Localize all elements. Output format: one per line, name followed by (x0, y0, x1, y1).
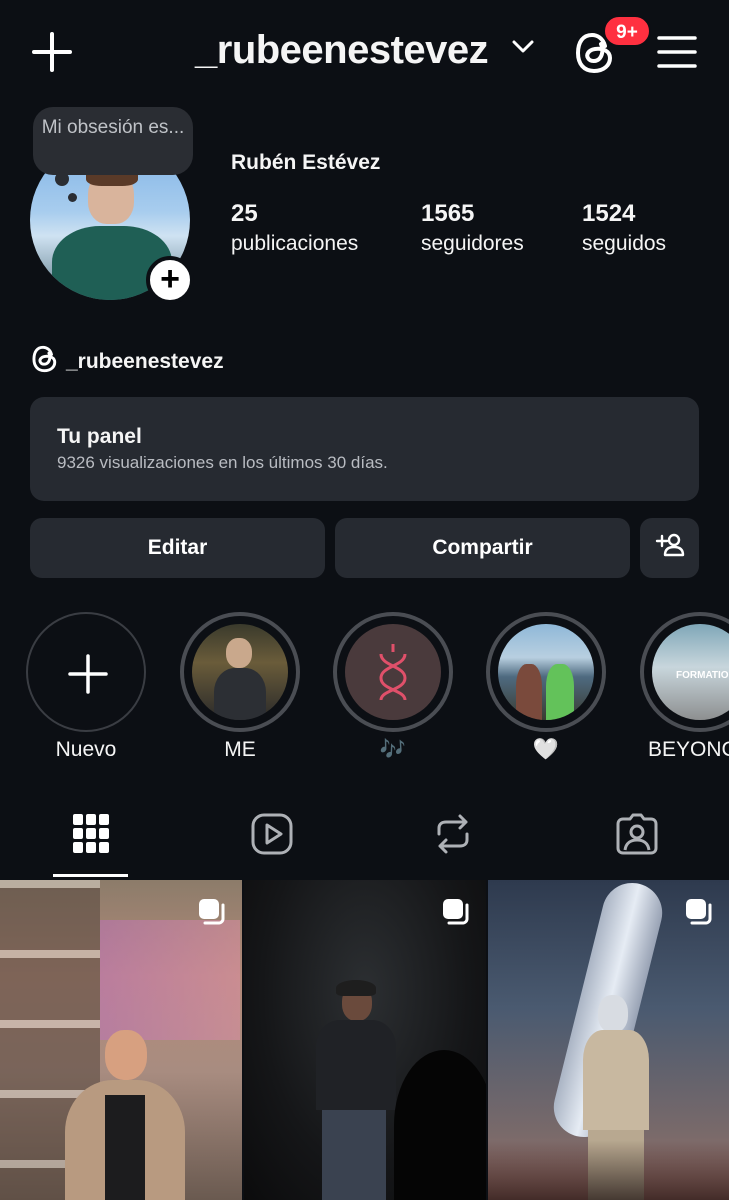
share-profile-button[interactable]: Compartir (335, 518, 630, 578)
highlight-cover-text: FORMATION (676, 670, 729, 681)
stat-followers-label: seguidores (421, 232, 524, 255)
highlight-label: Nuevo (55, 738, 117, 761)
notification-badge: 9+ (603, 15, 651, 47)
hamburger-menu-icon[interactable] (657, 35, 697, 74)
note-bubble-tail-small (68, 193, 77, 202)
discover-people-button[interactable] (640, 518, 699, 578)
reels-icon (250, 813, 294, 860)
reposts-icon (433, 814, 473, 860)
highlight-cover: FORMATION (640, 612, 729, 732)
chevron-down-icon[interactable] (512, 40, 534, 59)
stat-following[interactable]: 1524 seguidos (582, 200, 666, 256)
highlight-cover (486, 612, 606, 732)
new-highlight-circle (26, 612, 146, 732)
tagged-icon (615, 813, 659, 860)
stat-following-value: 1524 (582, 200, 636, 227)
threads-profile-link[interactable]: _rubeenestevez (32, 345, 224, 379)
carousel-icon (684, 897, 714, 932)
stat-posts[interactable]: 25 publicaciones (231, 200, 358, 256)
post-thumbnail[interactable] (244, 880, 486, 1200)
grid-icon (72, 814, 110, 860)
note-bubble-tail (55, 172, 69, 186)
threads-small-icon (32, 345, 58, 379)
add-person-icon (655, 533, 685, 563)
highlight-label: ME (224, 738, 256, 761)
carousel-icon (441, 897, 471, 932)
edit-profile-button[interactable]: Editar (30, 518, 325, 578)
highlight-label: 🤍 (532, 738, 560, 761)
tab-tagged[interactable] (615, 812, 659, 861)
profile-username[interactable]: _rubeenestevez (195, 28, 489, 73)
highlight-music[interactable]: 🎶 (333, 612, 453, 762)
plus-icon[interactable] (32, 32, 72, 77)
add-story-icon[interactable]: + (146, 256, 194, 304)
panel-subtitle: 9326 visualizaciones en los últimos 30 d… (57, 453, 388, 472)
plus-icon (68, 654, 108, 694)
post-thumbnail[interactable] (0, 880, 242, 1200)
stat-followers-value: 1565 (421, 200, 475, 227)
carousel-icon (197, 897, 227, 932)
stat-followers[interactable]: 1565 seguidores (421, 200, 524, 256)
highlight-beyonce[interactable]: FORMATION BEYONC (640, 612, 729, 762)
highlight-new[interactable]: Nuevo (26, 612, 146, 762)
tab-reposts[interactable] (433, 812, 473, 861)
post-thumbnail[interactable] (488, 880, 729, 1200)
profile-full-name: Rubén Estévez (231, 151, 381, 174)
profile-note-bubble[interactable]: Mi obsesión es... (33, 107, 193, 175)
note-text: Mi obsesión es... (41, 117, 185, 138)
tab-grid[interactable] (72, 812, 110, 861)
active-tab-indicator (53, 874, 128, 877)
highlight-me[interactable]: ME (180, 612, 300, 762)
panel-title: Tu panel (57, 425, 142, 448)
highlight-label: 🎶 (379, 738, 407, 761)
stat-posts-value: 25 (231, 200, 258, 227)
highlight-cover (180, 612, 300, 732)
professional-dashboard[interactable]: Tu panel 9326 visualizaciones en los últ… (30, 397, 699, 501)
highlight-heart[interactable]: 🤍 (486, 612, 606, 762)
highlight-cover (333, 612, 453, 732)
stat-posts-label: publicaciones (231, 232, 359, 255)
threads-handle: _rubeenestevez (66, 350, 224, 373)
tab-reels[interactable] (250, 812, 294, 861)
stat-following-label: seguidos (582, 232, 667, 255)
highlight-label: BEYONC (648, 738, 729, 761)
